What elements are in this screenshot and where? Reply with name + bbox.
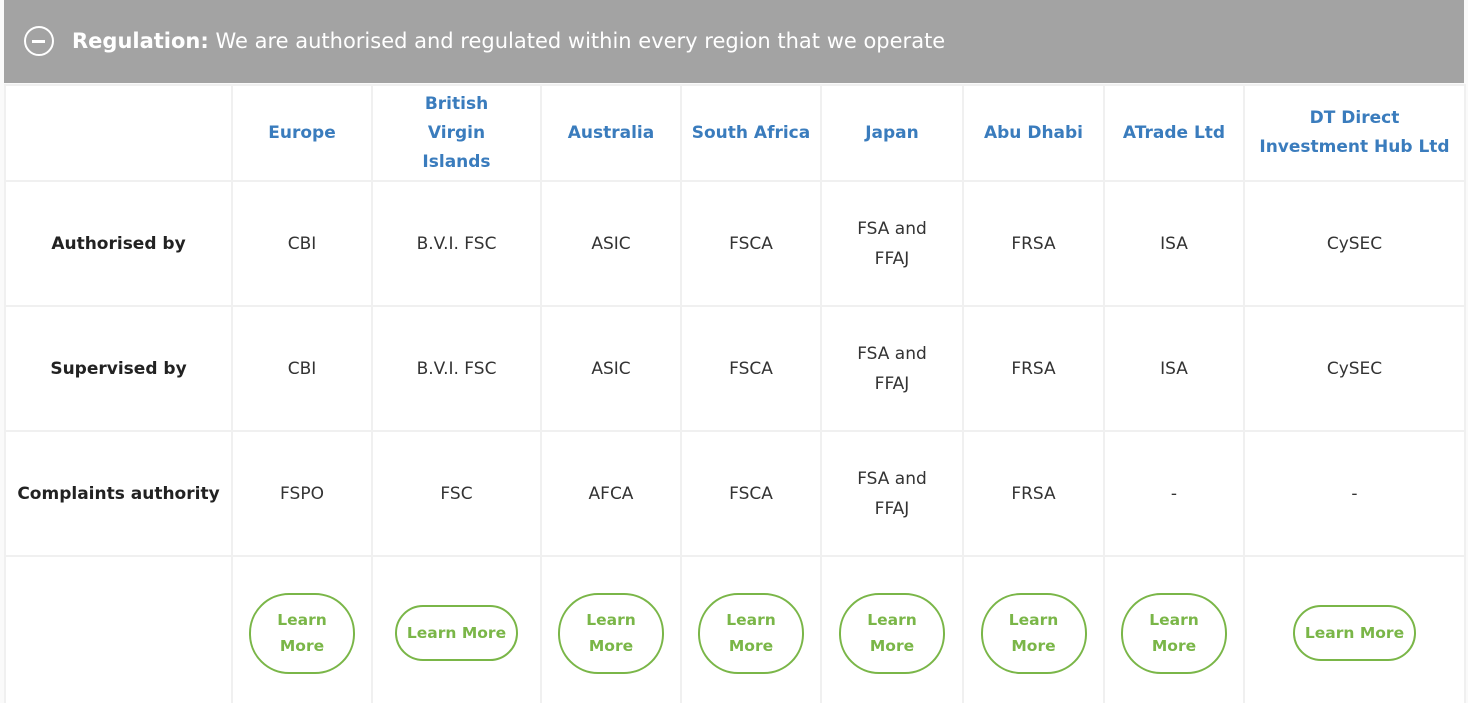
learn-more-button-atrade[interactable]: Learn More [1121,592,1227,674]
learn-more-button-japan[interactable]: Learn More [839,592,945,674]
table-cell: Learn More [231,555,373,703]
table-cell: FSA and FFAJ [820,180,964,307]
learn-more-button-south-africa[interactable]: Learn More [698,592,804,674]
table-cell: ISA [1103,305,1245,432]
table-cell: CySEC [1243,180,1466,307]
row-label: Supervised by [4,305,233,432]
table-cell: FSPO [231,430,373,557]
table-cell: Learn More [1103,555,1245,703]
table-cell: FSC [371,430,542,557]
table-row: Supervised by CBI B.V.I. FSC ASIC FSCA F… [4,305,1466,432]
table-cell: AFCA [540,430,682,557]
table-row: Complaints authority FSPO FSC AFCA FSCA … [4,430,1466,557]
header-row: Europe British Virgin Islands Australia … [4,84,1466,182]
column-header-japan: Japan [820,84,964,182]
table-cell: CBI [231,180,373,307]
table-cell: B.V.I. FSC [371,180,542,307]
table-cell: FSCA [680,305,822,432]
table-cell: FSCA [680,180,822,307]
table-cell: Learn More [540,555,682,703]
table-cell: FSCA [680,430,822,557]
learn-more-row: Learn More Learn More Learn More Learn M… [4,555,1466,703]
table-cell: - [1243,430,1466,557]
learn-more-button-dt-direct[interactable]: Learn More [1293,605,1416,661]
table-cell: Learn More [371,555,542,703]
row-label: Complaints authority [4,430,233,557]
banner-title-rest: We are authorised and regulated within e… [208,29,946,53]
column-header-bvi: British Virgin Islands [371,84,542,182]
table-cell: FRSA [962,305,1105,432]
table-cell: ASIC [540,305,682,432]
table-cell: B.V.I. FSC [371,305,542,432]
learn-more-button-bvi[interactable]: Learn More [395,605,518,661]
column-header-south-africa: South Africa [680,84,822,182]
learn-more-button-abu-dhabi[interactable]: Learn More [980,592,1087,674]
column-header-dt-direct: DT Direct Investment Hub Ltd [1243,84,1466,182]
column-header-australia: Australia [540,84,682,182]
minus-circle-icon[interactable] [24,26,54,56]
button-row-empty-cell [4,555,233,703]
column-header-atrade: ATrade Ltd [1103,84,1245,182]
table-cell: FRSA [962,180,1105,307]
row-label: Authorised by [4,180,233,307]
column-header-europe: Europe [231,84,373,182]
learn-more-button-australia[interactable]: Learn More [558,592,664,674]
table-cell: FRSA [962,430,1105,557]
header-empty-cell [4,84,233,182]
table-cell: Learn More [820,555,964,703]
table-cell: ISA [1103,180,1245,307]
table-cell: CBI [231,305,373,432]
table-cell: FSA and FFAJ [820,305,964,432]
table-cell: CySEC [1243,305,1466,432]
table-cell: - [1103,430,1245,557]
regulation-banner[interactable]: Regulation: We are authorised and regula… [4,0,1464,83]
regulation-section: Regulation: We are authorised and regula… [0,0,1468,703]
banner-title: Regulation: We are authorised and regula… [72,28,945,54]
table-row: Authorised by CBI B.V.I. FSC ASIC FSCA F… [4,180,1466,307]
table-cell: ASIC [540,180,682,307]
table-cell: Learn More [680,555,822,703]
table-cell: Learn More [962,555,1105,703]
learn-more-button-europe[interactable]: Learn More [249,592,355,674]
banner-title-bold: Regulation: [72,29,209,53]
column-header-abu-dhabi: Abu Dhabi [962,84,1105,182]
table-cell: FSA and FFAJ [820,430,964,557]
table-cell: Learn More [1243,555,1466,703]
regulation-table: Europe British Virgin Islands Australia … [4,84,1466,703]
